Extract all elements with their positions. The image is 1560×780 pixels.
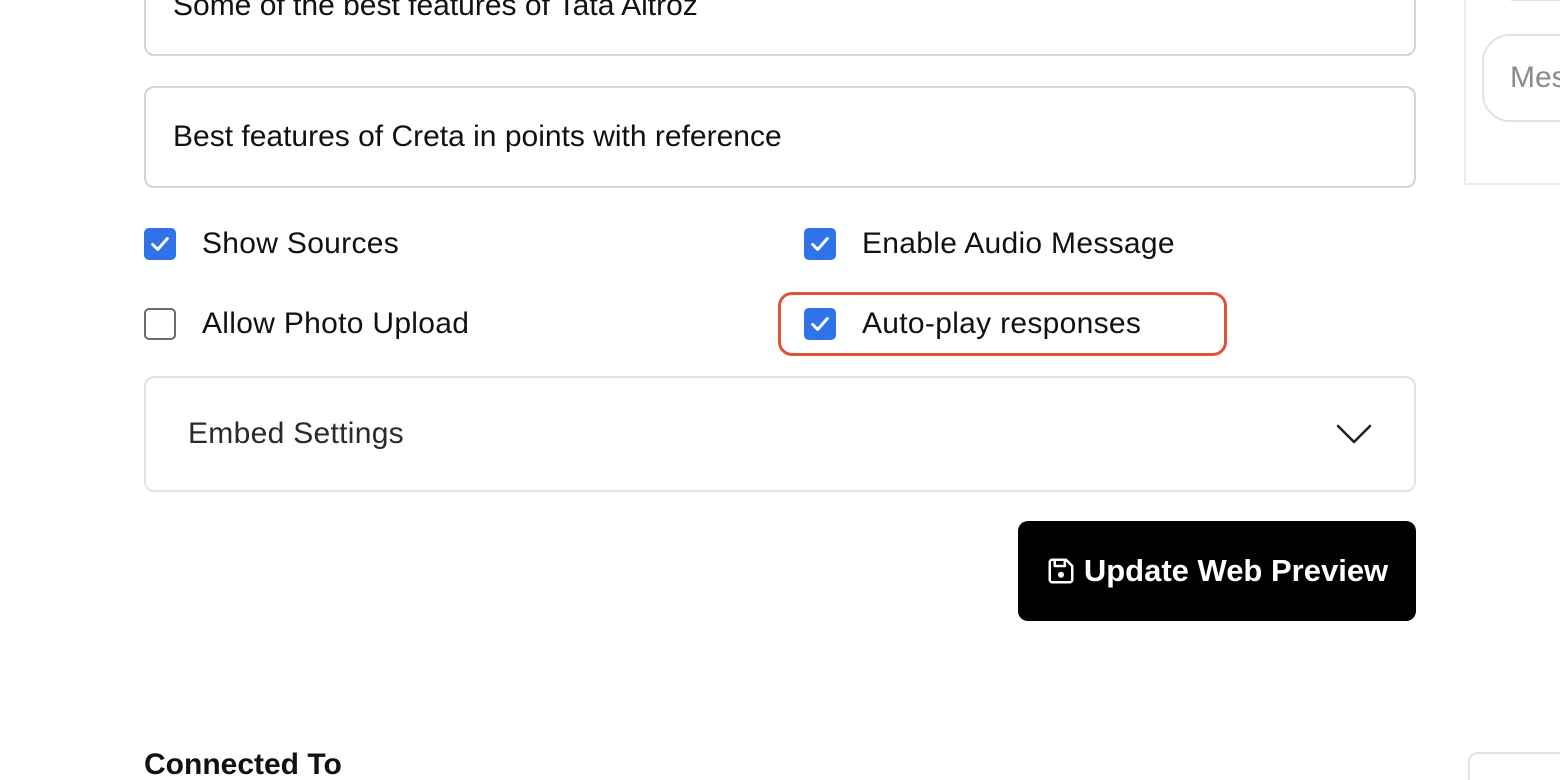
suggested-prompt-input-2[interactable]: Best features of Creta in points with re… <box>144 86 1416 188</box>
enable-audio-message-checkbox[interactable] <box>804 228 836 260</box>
suggested-prompt-text-2: Best features of Creta in points with re… <box>173 120 782 153</box>
checkmark-icon <box>811 317 829 331</box>
auto-play-responses-checkbox[interactable] <box>804 308 836 340</box>
update-web-preview-label: Update Web Preview <box>1083 553 1389 588</box>
show-sources-label: Show Sources <box>202 227 400 260</box>
embed-settings-label: Embed Settings <box>188 417 404 450</box>
chevron-down-icon[interactable] <box>1336 423 1372 445</box>
checkmark-icon <box>151 237 169 251</box>
suggested-prompt-text-1: Some of the best features of Tata Altroz <box>173 0 698 22</box>
embed-settings-accordion[interactable]: Embed Settings <box>144 376 1416 492</box>
connected-to-heading: Connected To <box>144 748 342 780</box>
show-sources-checkbox[interactable] <box>144 228 176 260</box>
save-icon <box>1046 556 1076 586</box>
auto-play-responses-label: Auto-play responses <box>862 307 1142 340</box>
update-web-preview-button[interactable]: Update Web Preview <box>1018 521 1416 621</box>
settings-page: Some of the best features of Tata Altroz… <box>0 0 1560 780</box>
enable-audio-message-option[interactable]: Enable Audio Message <box>804 224 1175 264</box>
message-input[interactable] <box>1482 34 1560 122</box>
connected-item-box[interactable] <box>1468 752 1560 780</box>
suggested-prompt-input-1[interactable]: Some of the best features of Tata Altroz <box>144 0 1416 56</box>
allow-photo-upload-label: Allow Photo Upload <box>202 307 470 340</box>
chat-preview-header-box <box>1504 0 1560 1</box>
allow-photo-upload-option[interactable]: Allow Photo Upload <box>144 304 469 344</box>
allow-photo-upload-checkbox[interactable] <box>144 308 176 340</box>
enable-audio-message-label: Enable Audio Message <box>862 227 1175 260</box>
checkmark-icon <box>811 237 829 251</box>
auto-play-responses-option[interactable]: Auto-play responses <box>804 304 1141 344</box>
show-sources-option[interactable]: Show Sources <box>144 224 399 264</box>
